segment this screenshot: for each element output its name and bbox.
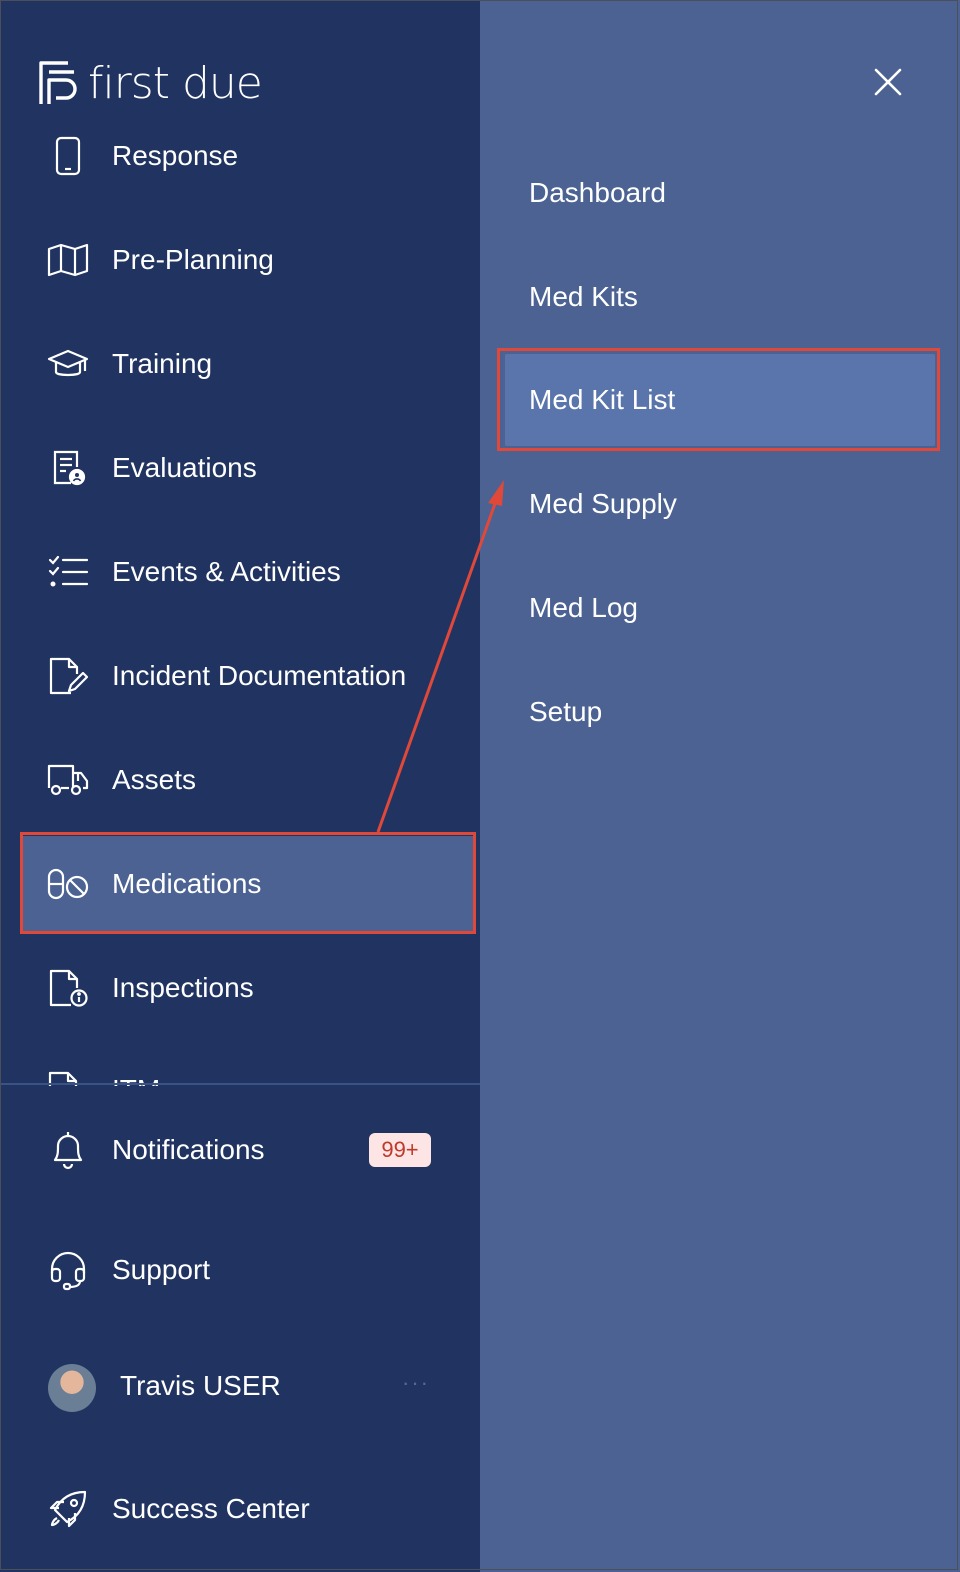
brand-logo[interactable]: first due [38, 56, 263, 110]
sidebar-item-label: Notifications [112, 1134, 265, 1165]
sidebar-item-training[interactable]: Training [22, 316, 474, 412]
document-edit-icon [46, 654, 90, 698]
brand-name: first due [88, 57, 263, 109]
sidebar-item-evaluations[interactable]: Evaluations [22, 420, 474, 516]
sidebar-item-label: Pre-Planning [112, 244, 274, 275]
sidebar-item-itm[interactable]: ITM [22, 1058, 474, 1086]
rocket-icon [46, 1487, 90, 1531]
user-name: Travis USER [120, 1370, 281, 1401]
avatar [48, 1364, 96, 1412]
graduation-cap-icon [46, 342, 90, 386]
sidebar-item-label: Medications [112, 868, 262, 899]
truck-icon [46, 758, 90, 802]
first-due-logo-icon [39, 61, 77, 104]
sidebar-item-incident-documentation[interactable]: Incident Documentation [22, 628, 474, 724]
submenu-item-med-kits[interactable]: Med Kits [505, 251, 935, 343]
close-icon[interactable] [866, 60, 910, 104]
document-info-icon [46, 966, 90, 1010]
pill-icon [46, 862, 90, 906]
submenu-item-med-supply[interactable]: Med Supply [505, 458, 935, 550]
sidebar-item-support[interactable]: Support [22, 1222, 474, 1318]
sidebar-item-label: Evaluations [112, 452, 257, 483]
sidebar-item-label: Assets [112, 764, 197, 795]
submenu-item-setup[interactable]: Setup [505, 666, 935, 758]
sidebar-item-medications[interactable]: Medications [22, 836, 474, 932]
sidebar-item-inspections[interactable]: Inspections [22, 940, 474, 1036]
more-options-icon[interactable]: ··· [402, 1370, 430, 1396]
sidebar-item-assets[interactable]: Assets [22, 732, 474, 828]
sidebar: first due Response Pre-Planning Training… [0, 0, 480, 1572]
checklist-icon [46, 550, 90, 594]
submenu-item-dashboard[interactable]: Dashboard [505, 147, 935, 239]
submenu-item-med-kit-list[interactable]: Med Kit List [505, 354, 935, 446]
sidebar-item-label: Support [112, 1254, 211, 1285]
bell-icon [46, 1128, 90, 1172]
sidebar-divider [0, 1083, 480, 1085]
user-menu[interactable]: Travis USER ··· [22, 1340, 474, 1436]
sidebar-item-label: Incident Documentation [112, 660, 407, 691]
sidebar-item-pre-planning[interactable]: Pre-Planning [22, 212, 474, 308]
sidebar-item-label: Success Center [112, 1493, 310, 1524]
sidebar-item-response[interactable]: Response [22, 108, 474, 204]
notification-count-badge: 99+ [369, 1133, 431, 1167]
sidebar-item-events-activities[interactable]: Events & Activities [22, 524, 474, 620]
submenu-item-med-log[interactable]: Med Log [505, 562, 935, 654]
map-icon [46, 238, 90, 282]
evaluation-form-icon [46, 446, 90, 490]
sidebar-item-label: Response [112, 140, 239, 171]
phone-icon [46, 134, 90, 178]
sidebar-item-label: Training [112, 348, 213, 379]
sidebar-item-label: Events & Activities [112, 556, 341, 587]
sidebar-item-success-center[interactable]: Success Center [22, 1461, 474, 1557]
sidebar-item-label: Inspections [112, 972, 254, 1003]
headset-icon [46, 1248, 90, 1292]
